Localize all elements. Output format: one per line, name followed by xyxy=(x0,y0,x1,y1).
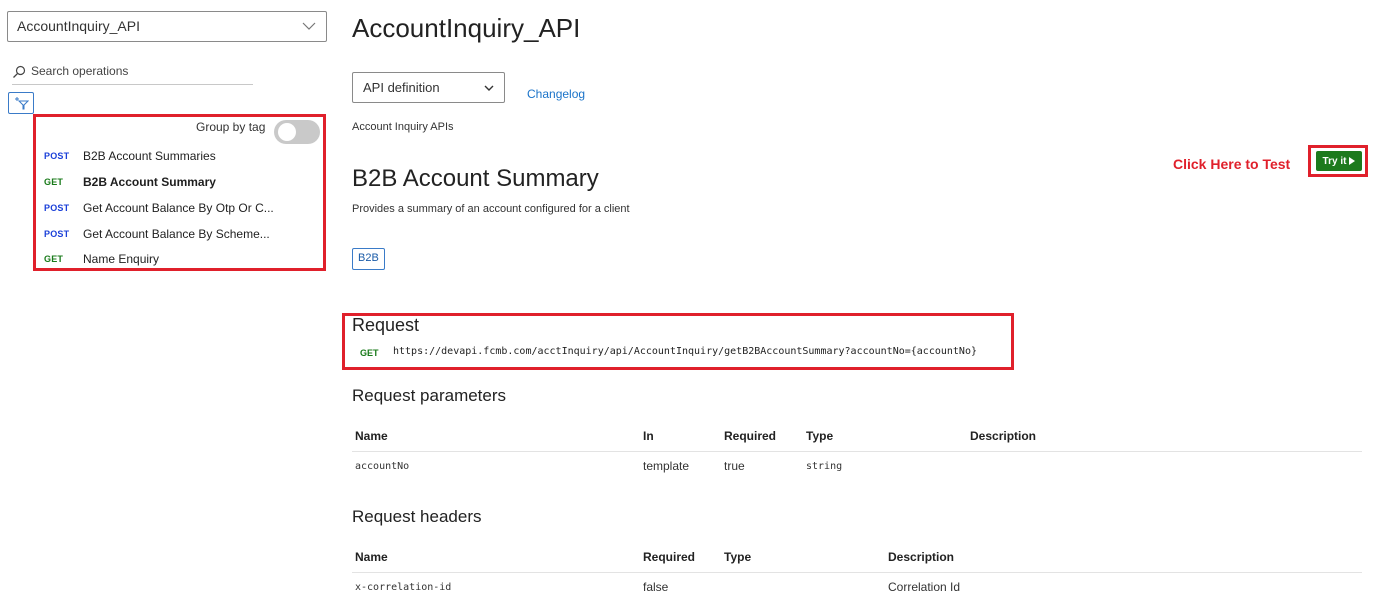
header-cell-description: Correlation Id xyxy=(888,580,961,594)
operation-item-b2b-account-summaries[interactable]: POST B2B Account Summaries xyxy=(44,147,216,165)
request-highlight-box xyxy=(342,313,1014,370)
param-cell-type: string xyxy=(806,461,843,472)
api-selector[interactable]: AccountInquiry_API xyxy=(7,11,327,42)
header-col-description: Description xyxy=(888,550,955,564)
method-badge: POST xyxy=(44,203,70,213)
chevron-down-icon xyxy=(302,22,316,30)
request-title: Request xyxy=(352,315,420,335)
search-placeholder: Search operations xyxy=(31,64,129,78)
definition-select-value: API definition xyxy=(363,80,440,95)
method-badge: POST xyxy=(44,151,70,161)
operation-item-balance-scheme[interactable]: POST Get Account Balance By Scheme... xyxy=(44,225,270,243)
operation-name: Name Enquiry xyxy=(83,252,160,266)
operation-description: Provides a summary of an account configu… xyxy=(352,203,630,215)
api-description: Account Inquiry APIs xyxy=(352,121,454,133)
group-by-tag-toggle[interactable] xyxy=(274,120,320,144)
changelog-link[interactable]: Changelog xyxy=(527,87,585,101)
operation-item-name-enquiry[interactable]: GET Name Enquiry xyxy=(44,250,159,268)
operation-item-balance-otp[interactable]: POST Get Account Balance By Otp Or C... xyxy=(44,199,274,217)
method-badge: GET xyxy=(44,254,64,264)
param-header-in: In xyxy=(643,429,654,443)
operation-item-b2b-account-summary[interactable]: GET B2B Account Summary xyxy=(44,173,216,191)
search-operations-input[interactable]: Search operations xyxy=(12,60,253,85)
header-col-required: Required xyxy=(643,550,696,564)
table-divider xyxy=(352,451,1362,452)
param-header-name: Name xyxy=(355,429,388,443)
param-header-required: Required xyxy=(724,429,777,443)
try-it-button[interactable]: Try it xyxy=(1316,151,1362,171)
operation-name: B2B Account Summary xyxy=(83,175,216,189)
method-badge: POST xyxy=(44,229,70,239)
header-col-name: Name xyxy=(355,550,388,564)
param-cell-in: template xyxy=(643,459,690,473)
operation-title: B2B Account Summary xyxy=(352,165,599,192)
request-headers-title: Request headers xyxy=(352,507,482,526)
param-cell-name: accountNo xyxy=(355,461,410,472)
api-title: AccountInquiry_API xyxy=(352,13,581,43)
param-header-description: Description xyxy=(970,429,1037,443)
operation-name: Get Account Balance By Scheme... xyxy=(83,227,270,241)
api-selector-value: AccountInquiry_API xyxy=(17,18,140,34)
group-by-tag-label: Group by tag xyxy=(196,120,266,134)
request-method: GET xyxy=(360,348,379,358)
tag-badge[interactable]: B2B xyxy=(352,248,385,270)
header-cell-required: false xyxy=(643,580,669,594)
toggle-knob xyxy=(278,123,296,141)
table-divider xyxy=(352,572,1362,573)
request-parameters-title: Request parameters xyxy=(352,386,507,405)
header-col-type: Type xyxy=(724,550,752,564)
method-badge: GET xyxy=(44,177,64,187)
param-header-type: Type xyxy=(806,429,834,443)
request-url: https://devapi.fcmb.com/acctInquiry/api/… xyxy=(393,346,977,357)
header-cell-name: x-correlation-id xyxy=(355,582,452,593)
filter-icon xyxy=(15,97,29,110)
api-definition-select[interactable]: API definition xyxy=(352,72,505,103)
operation-name: Get Account Balance By Otp Or C... xyxy=(83,201,274,215)
test-callout: Click Here to Test xyxy=(1173,156,1291,172)
operation-name: B2B Account Summaries xyxy=(83,149,216,163)
chevron-down-icon xyxy=(484,85,494,91)
try-it-label: Try it xyxy=(1322,155,1347,167)
filter-button[interactable] xyxy=(8,92,34,114)
play-icon xyxy=(1349,157,1356,165)
param-cell-required: true xyxy=(724,459,745,473)
search-icon xyxy=(13,65,26,78)
